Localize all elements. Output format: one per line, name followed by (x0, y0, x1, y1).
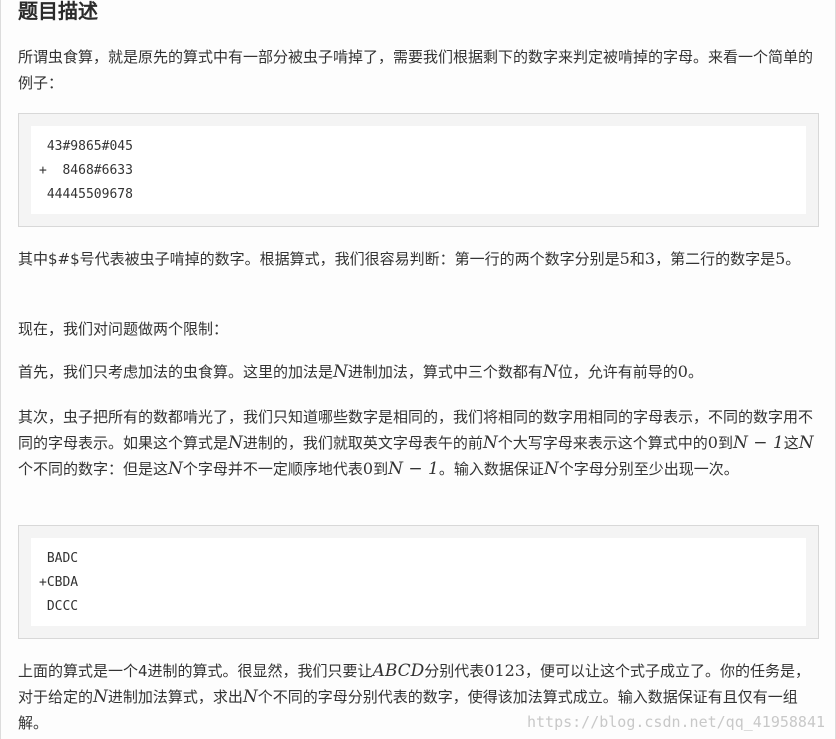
text-segment: 个不同的数字：但是这 (18, 460, 169, 478)
math-expression: N − 1 (733, 433, 784, 453)
text-segment: 分别代表 (424, 662, 485, 680)
text-segment: 。输入数据保证 (438, 460, 544, 478)
math-variable: N (543, 459, 559, 479)
math-variable: N (482, 433, 498, 453)
text-segment: 其中$#$号代表被虫子啃掉的数字。根据算式，我们很容易判断：第一行的两个数字分别… (18, 250, 620, 268)
text-segment: 和 (629, 250, 645, 268)
paragraph-first-restriction: 首先，我们只考虑加法的虫食算。这里的加法是N进制加法，算式中三个数都有N位，允许… (18, 359, 820, 385)
text-segment: 到 (373, 460, 389, 478)
paragraph-restrictions: 现在，我们对问题做两个限制： (18, 320, 229, 338)
text-segment: ，第二行的数字是 (655, 250, 776, 268)
code-block-inner: BADC +CBDA DCCC (31, 538, 806, 626)
math-variable: N (333, 362, 348, 382)
code-line: 43#9865#045 (39, 139, 133, 154)
section-heading: 题目描述 (18, 0, 98, 23)
problem-panel: 题目描述 所谓虫食算，就是原先的算式中有一部分被虫子啃掉了，需要我们根据剩下的数… (0, 0, 836, 739)
math-number: 5 (619, 249, 630, 268)
text-segment: 。 (785, 250, 801, 268)
math-variable: ABCD (372, 661, 425, 681)
text-segment: 进制加法，算式中三个数都有 (347, 363, 543, 381)
code-line: BADC (39, 551, 79, 566)
math-variable: N (798, 433, 814, 453)
code-block-example-2: BADC +CBDA DCCC (18, 525, 819, 639)
code-block-example-1: 43#9865#045 + 8468#6633 44445509678 (18, 113, 819, 227)
math-number: 0123 (484, 661, 526, 680)
paragraph-intro: 所谓虫食算，就是原先的算式中有一部分被虫子啃掉了，需要我们根据剩下的数字来判定被… (18, 48, 814, 92)
math-variable: N (242, 687, 258, 707)
math-variable: N (168, 459, 183, 479)
math-number: 0 (707, 433, 718, 452)
math-number: 3 (644, 249, 656, 268)
watermark-url: https://blog.csdn.net/qq_41958841 (526, 713, 825, 731)
math-number: 0 (677, 362, 688, 381)
text-segment: 上面的算式是一个4进制的算式。很显然，我们只要让 (18, 662, 373, 680)
text-segment: 个大写字母来表示这个算式中的 (497, 434, 708, 452)
text-segment: 个字母分别至少出现一次。 (558, 460, 739, 478)
math-variable: N (228, 433, 243, 453)
math-number: 0 (362, 459, 374, 478)
math-variable: N (542, 362, 558, 382)
code-block-inner: 43#9865#045 + 8468#6633 44445509678 (31, 126, 806, 214)
code-text: BADC +CBDA DCCC (39, 547, 78, 619)
math-number: 5 (775, 249, 786, 268)
text-segment: 到 (717, 434, 733, 452)
code-line: DCCC (39, 599, 79, 614)
math-variable: N (93, 687, 108, 707)
text-segment: 首先，我们只考虑加法的虫食算。这里的加法是 (18, 363, 334, 381)
text-segment: 进制加法算式，求出 (107, 688, 243, 706)
code-line: + 8468#6633 (39, 163, 133, 178)
paragraph-second-restriction: 其次，虫子把所有的数都啃光了，我们只知道哪些数字是相同的，我们将相同的数字用相同… (18, 404, 820, 482)
code-line: 44445509678 (39, 187, 133, 202)
text-segment: 位，允许有前导的 (557, 363, 678, 381)
text-segment: 这 (783, 434, 799, 452)
paragraph-explanation: 其中$#$号代表被虫子啃掉的数字。根据算式，我们很容易判断：第一行的两个数字分别… (18, 246, 820, 272)
text-segment: 个字母并不一定顺序地代表 (182, 460, 363, 478)
text-segment: 。 (687, 363, 703, 381)
code-line: +CBDA (39, 575, 79, 590)
text-segment: 进制的，我们就取英文字母表午的前 (242, 434, 483, 452)
code-text: 43#9865#045 + 8468#6633 44445509678 (39, 135, 133, 207)
math-expression: N − 1 (388, 459, 439, 479)
